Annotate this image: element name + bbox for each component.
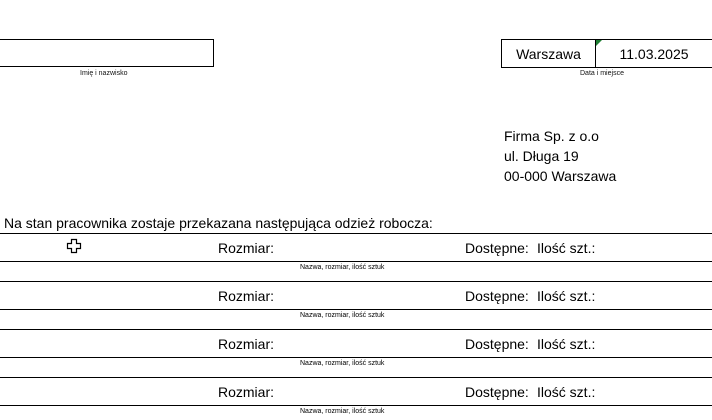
quantity-label: Ilość szt.: <box>537 240 596 256</box>
size-label: Rozmiar: <box>218 288 275 304</box>
company-street: ul. Długa 19 <box>504 148 579 164</box>
size-label: Rozmiar: <box>218 240 275 256</box>
row-divider <box>0 357 712 358</box>
quantity-label: Ilość szt.: <box>537 384 596 400</box>
row-divider <box>0 405 712 406</box>
city-value: Warszawa <box>516 45 581 62</box>
company-city: 00-000 Warszawa <box>504 168 617 184</box>
row-sub-label: Nazwa, rozmiar, ilość sztuk <box>300 408 385 415</box>
cell-cursor-icon <box>66 238 82 254</box>
row-sub-label: Nazwa, rozmiar, ilość sztuk <box>300 360 385 367</box>
name-label: Imię i nazwisko <box>80 70 128 77</box>
row-sub-label: Nazwa, rozmiar, ilość sztuk <box>300 264 385 271</box>
row-divider <box>0 309 712 310</box>
clothing-row-3[interactable] <box>0 330 712 357</box>
date-field[interactable]: 11.03.2025 <box>595 39 712 68</box>
clothing-row-4[interactable] <box>0 378 712 405</box>
cell-comment-indicator-icon <box>596 40 602 46</box>
available-label: Dostępne: <box>465 288 529 304</box>
name-field[interactable] <box>0 39 214 67</box>
row-sub-label: Nazwa, rozmiar, ilość sztuk <box>300 312 385 319</box>
size-label: Rozmiar: <box>218 384 275 400</box>
row-divider <box>0 261 712 262</box>
available-label: Dostępne: <box>465 384 529 400</box>
clothing-row-2[interactable] <box>0 282 712 309</box>
city-field[interactable]: Warszawa <box>501 39 596 68</box>
date-place-label: Data i miejsce <box>580 70 624 77</box>
clothing-row-1[interactable] <box>0 234 712 261</box>
intro-text: Na stan pracownika zostaje przekazana na… <box>4 215 433 231</box>
available-label: Dostępne: <box>465 240 529 256</box>
company-name: Firma Sp. z o.o <box>504 128 599 144</box>
size-label: Rozmiar: <box>218 336 275 352</box>
date-value: 11.03.2025 <box>619 45 689 62</box>
quantity-label: Ilość szt.: <box>537 288 596 304</box>
quantity-label: Ilość szt.: <box>537 336 596 352</box>
available-label: Dostępne: <box>465 336 529 352</box>
